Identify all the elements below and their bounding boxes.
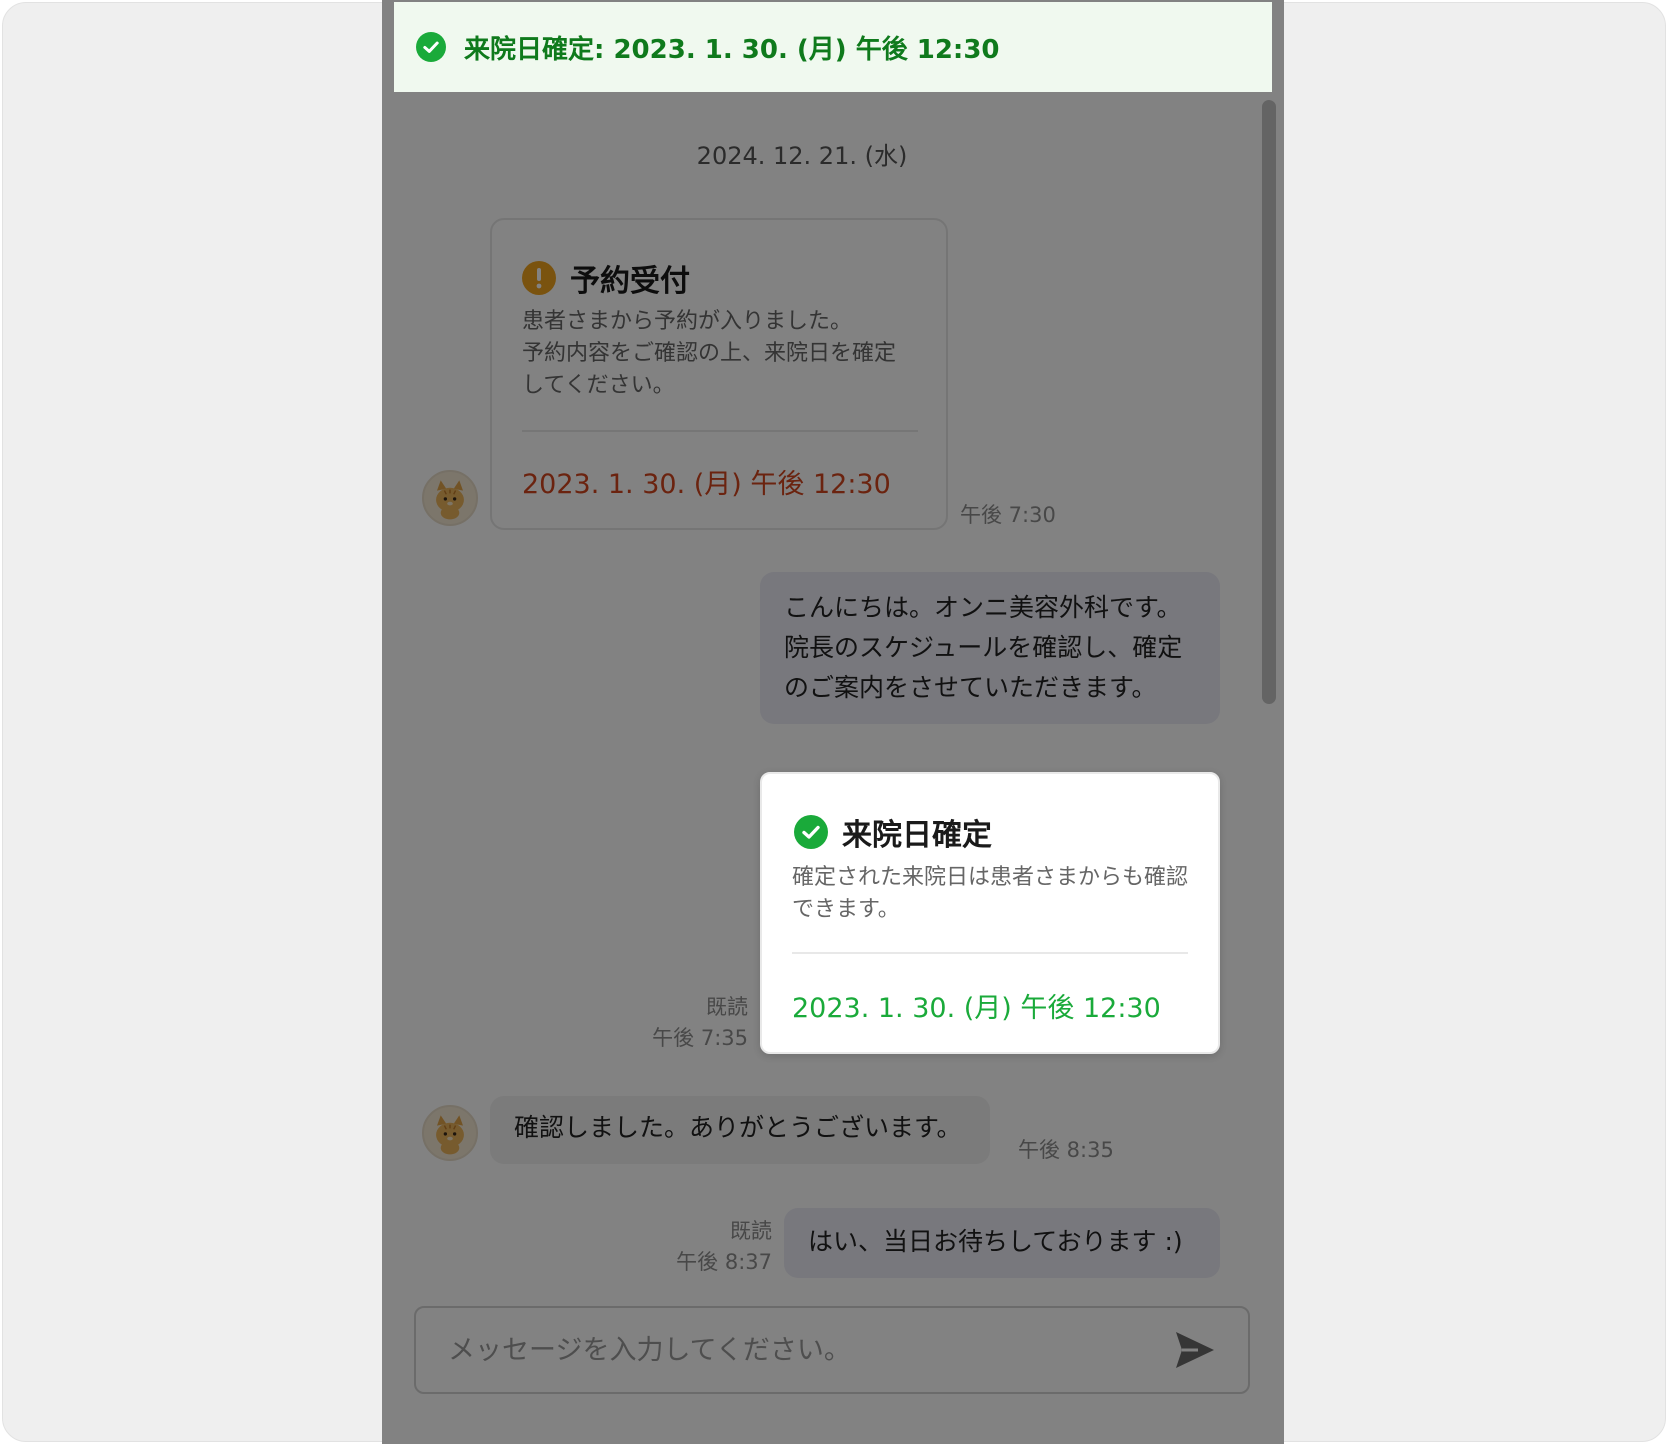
success-toast: 来院日確定: 2023. 1. 30. (月) 午後 12:30 bbox=[394, 2, 1272, 92]
chat-screen: 2024. 12. 21. (水) 予約受付 患者さまから予約が入りました。 予… bbox=[382, 0, 1284, 1444]
divider bbox=[792, 952, 1188, 954]
check-circle-icon bbox=[416, 32, 446, 62]
card-description: 確定された来院日は患者さまからも確認できます。 bbox=[792, 865, 1189, 922]
card-title: 来院日確定 bbox=[842, 818, 992, 853]
check-circle-icon bbox=[794, 815, 828, 849]
toast-message: 来院日確定: 2023. 1. 30. (月) 午後 12:30 bbox=[464, 34, 1000, 65]
modal-overlay[interactable] bbox=[382, 92, 1284, 1444]
visit-date-confirmed-card[interactable]: 来院日確定 確定された来院日は患者さまからも確認できます。 2023. 1. 3… bbox=[760, 772, 1220, 1054]
confirmed-date: 2023. 1. 30. (月) 午後 12:30 bbox=[792, 993, 1161, 1024]
